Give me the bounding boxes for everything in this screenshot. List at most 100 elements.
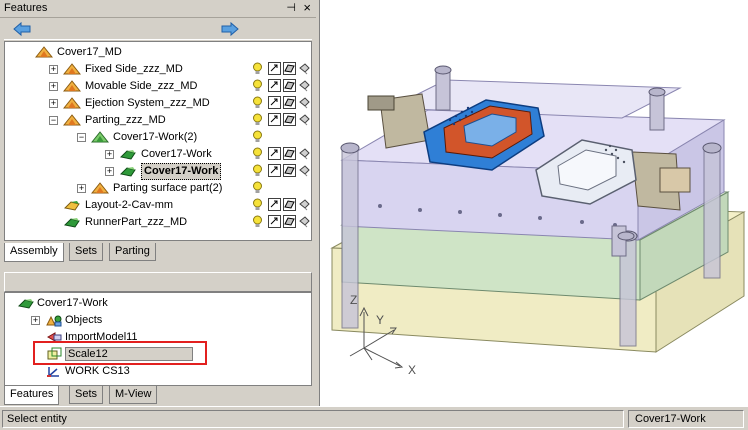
tree-node-label: Parting_zzz_MD [85, 114, 166, 126]
pin-tool-icon[interactable] [298, 113, 311, 126]
tab-features[interactable]: Features [4, 386, 60, 405]
expand-icon[interactable]: + [49, 99, 58, 108]
pin-tool-icon[interactable] [298, 215, 311, 228]
features-title: Features [4, 2, 48, 14]
back-arrow-icon[interactable] [12, 21, 32, 37]
tree-node[interactable]: + Parting surface part(2) [5, 180, 305, 197]
visibility-bulb-icon[interactable] [251, 96, 264, 109]
arrow-mode-icon[interactable] [268, 147, 281, 160]
visibility-bulb-icon[interactable] [251, 113, 264, 126]
pin-tool-icon[interactable] [298, 198, 311, 211]
feature-tree[interactable]: Cover17-Work + Objects ImportModel11 Scale12… [4, 292, 312, 386]
tree-node[interactable]: RunnerPart_zzz_MD [5, 214, 310, 231]
pin-tool-icon[interactable] [298, 147, 311, 160]
arrow-mode-icon[interactable] [268, 164, 281, 177]
assembly-icon [62, 79, 82, 93]
arrow-mode-icon[interactable] [268, 198, 281, 211]
assembly-green-icon [90, 130, 110, 144]
tab-sets[interactable]: Sets [69, 243, 104, 261]
expand-icon[interactable]: + [77, 184, 86, 193]
node-status-icons [251, 198, 311, 212]
feature-node[interactable]: Cover17-Work [5, 295, 305, 312]
tree-node-label: Cover17-Work [141, 163, 222, 180]
3d-viewport[interactable]: Z Y X [320, 0, 748, 406]
tab-m-view[interactable]: M-View [109, 386, 158, 404]
node-status-icons [251, 147, 311, 161]
assembly-tree[interactable]: Cover17_MD + Fixed Side_zzz_MD + Movable Sid… [4, 41, 312, 241]
tree-node[interactable]: + Fixed Side_zzz_MD [5, 61, 310, 78]
tree-node-label: Parting surface part(2) [113, 182, 223, 194]
visibility-bulb-icon[interactable] [251, 164, 264, 177]
arrow-mode-icon[interactable] [268, 215, 281, 228]
collapse-icon[interactable]: − [49, 116, 58, 125]
pin-tool-icon[interactable] [298, 62, 311, 75]
tree-node-label: Layout-2-Cav-mm [85, 199, 174, 211]
tree-node[interactable]: + Cover17-Work [5, 163, 310, 180]
visibility-bulb-icon[interactable] [251, 215, 264, 228]
expand-icon[interactable]: + [105, 167, 114, 176]
node-status-icons [251, 62, 311, 76]
arrow-mode-icon[interactable] [268, 96, 281, 109]
tree-node-label: RunnerPart_zzz_MD [85, 216, 188, 228]
tree-node[interactable]: + Cover17-Work [5, 146, 310, 163]
assembly-icon [34, 45, 54, 59]
node-status-icons [251, 113, 311, 127]
tab-parting[interactable]: Parting [109, 243, 156, 261]
pin-tool-icon[interactable] [298, 79, 311, 92]
tree-node[interactable]: Cover17_MD [5, 44, 305, 61]
part-green-icon [119, 164, 137, 178]
part-green-icon [119, 147, 137, 161]
tab-assembly[interactable]: Assembly [4, 243, 64, 262]
visibility-bulb-icon[interactable] [251, 181, 264, 194]
node-status-icons [251, 215, 311, 229]
expand-icon[interactable]: + [49, 65, 58, 74]
feature-node[interactable]: WORK CS13 [5, 363, 305, 380]
pin-icon[interactable]: ⊣ [286, 1, 296, 14]
expand-icon[interactable]: + [105, 150, 114, 159]
shading-icon[interactable] [283, 147, 296, 160]
mold-model: Z Y X [330, 65, 746, 377]
tree-node[interactable]: − Cover17-Work(2) [5, 129, 305, 146]
shading-icon[interactable] [283, 113, 296, 126]
visibility-bulb-icon[interactable] [251, 130, 264, 143]
arrow-mode-icon[interactable] [268, 113, 281, 126]
visibility-bulb-icon[interactable] [251, 79, 264, 92]
visibility-bulb-icon[interactable] [251, 147, 264, 160]
arrow-mode-icon[interactable] [268, 62, 281, 75]
visibility-bulb-icon[interactable] [251, 62, 264, 75]
part-green-icon [63, 215, 81, 229]
feature-node[interactable]: + Objects [5, 312, 305, 329]
expand-icon[interactable]: + [49, 82, 58, 91]
node-status-icons [251, 181, 311, 195]
assembly-icon [90, 181, 110, 195]
forward-arrow-icon[interactable] [220, 21, 240, 37]
collapse-icon[interactable]: − [77, 133, 86, 142]
axis-x-label: X [408, 363, 416, 377]
assembly-tab-bar: Assembly Sets Parting [4, 243, 312, 262]
tree-node[interactable]: − Parting_zzz_MD [5, 112, 310, 129]
shading-icon[interactable] [283, 79, 296, 92]
arrow-mode-icon[interactable] [268, 79, 281, 92]
tree-node[interactable]: + Movable Side_zzz_MD [5, 78, 310, 95]
highlight-annotation [33, 341, 207, 365]
tab-sets[interactable]: Sets [69, 386, 104, 404]
shading-icon[interactable] [283, 215, 296, 228]
node-status-icons [251, 79, 311, 93]
shading-icon[interactable] [283, 62, 296, 75]
close-icon[interactable]: × [303, 0, 311, 16]
tree-node[interactable]: + Ejection System_zzz_MD [5, 95, 310, 112]
shading-icon[interactable] [283, 164, 296, 177]
visibility-bulb-icon[interactable] [251, 198, 264, 211]
shading-icon[interactable] [283, 96, 296, 109]
features-titlebar: Features ⊣ × [0, 0, 316, 18]
expand-icon[interactable]: + [31, 316, 40, 325]
pin-tool-icon[interactable] [298, 96, 311, 109]
shading-icon[interactable] [283, 198, 296, 211]
layout-icon [63, 198, 81, 212]
tree-node-label: Ejection System_zzz_MD [85, 97, 210, 109]
node-status-icons [251, 164, 311, 178]
tree-node[interactable]: Layout-2-Cav-mm [5, 197, 310, 214]
pin-tool-icon[interactable] [298, 164, 311, 177]
feature-node-label: Cover17-Work [37, 297, 108, 309]
objects-icon [45, 313, 63, 327]
